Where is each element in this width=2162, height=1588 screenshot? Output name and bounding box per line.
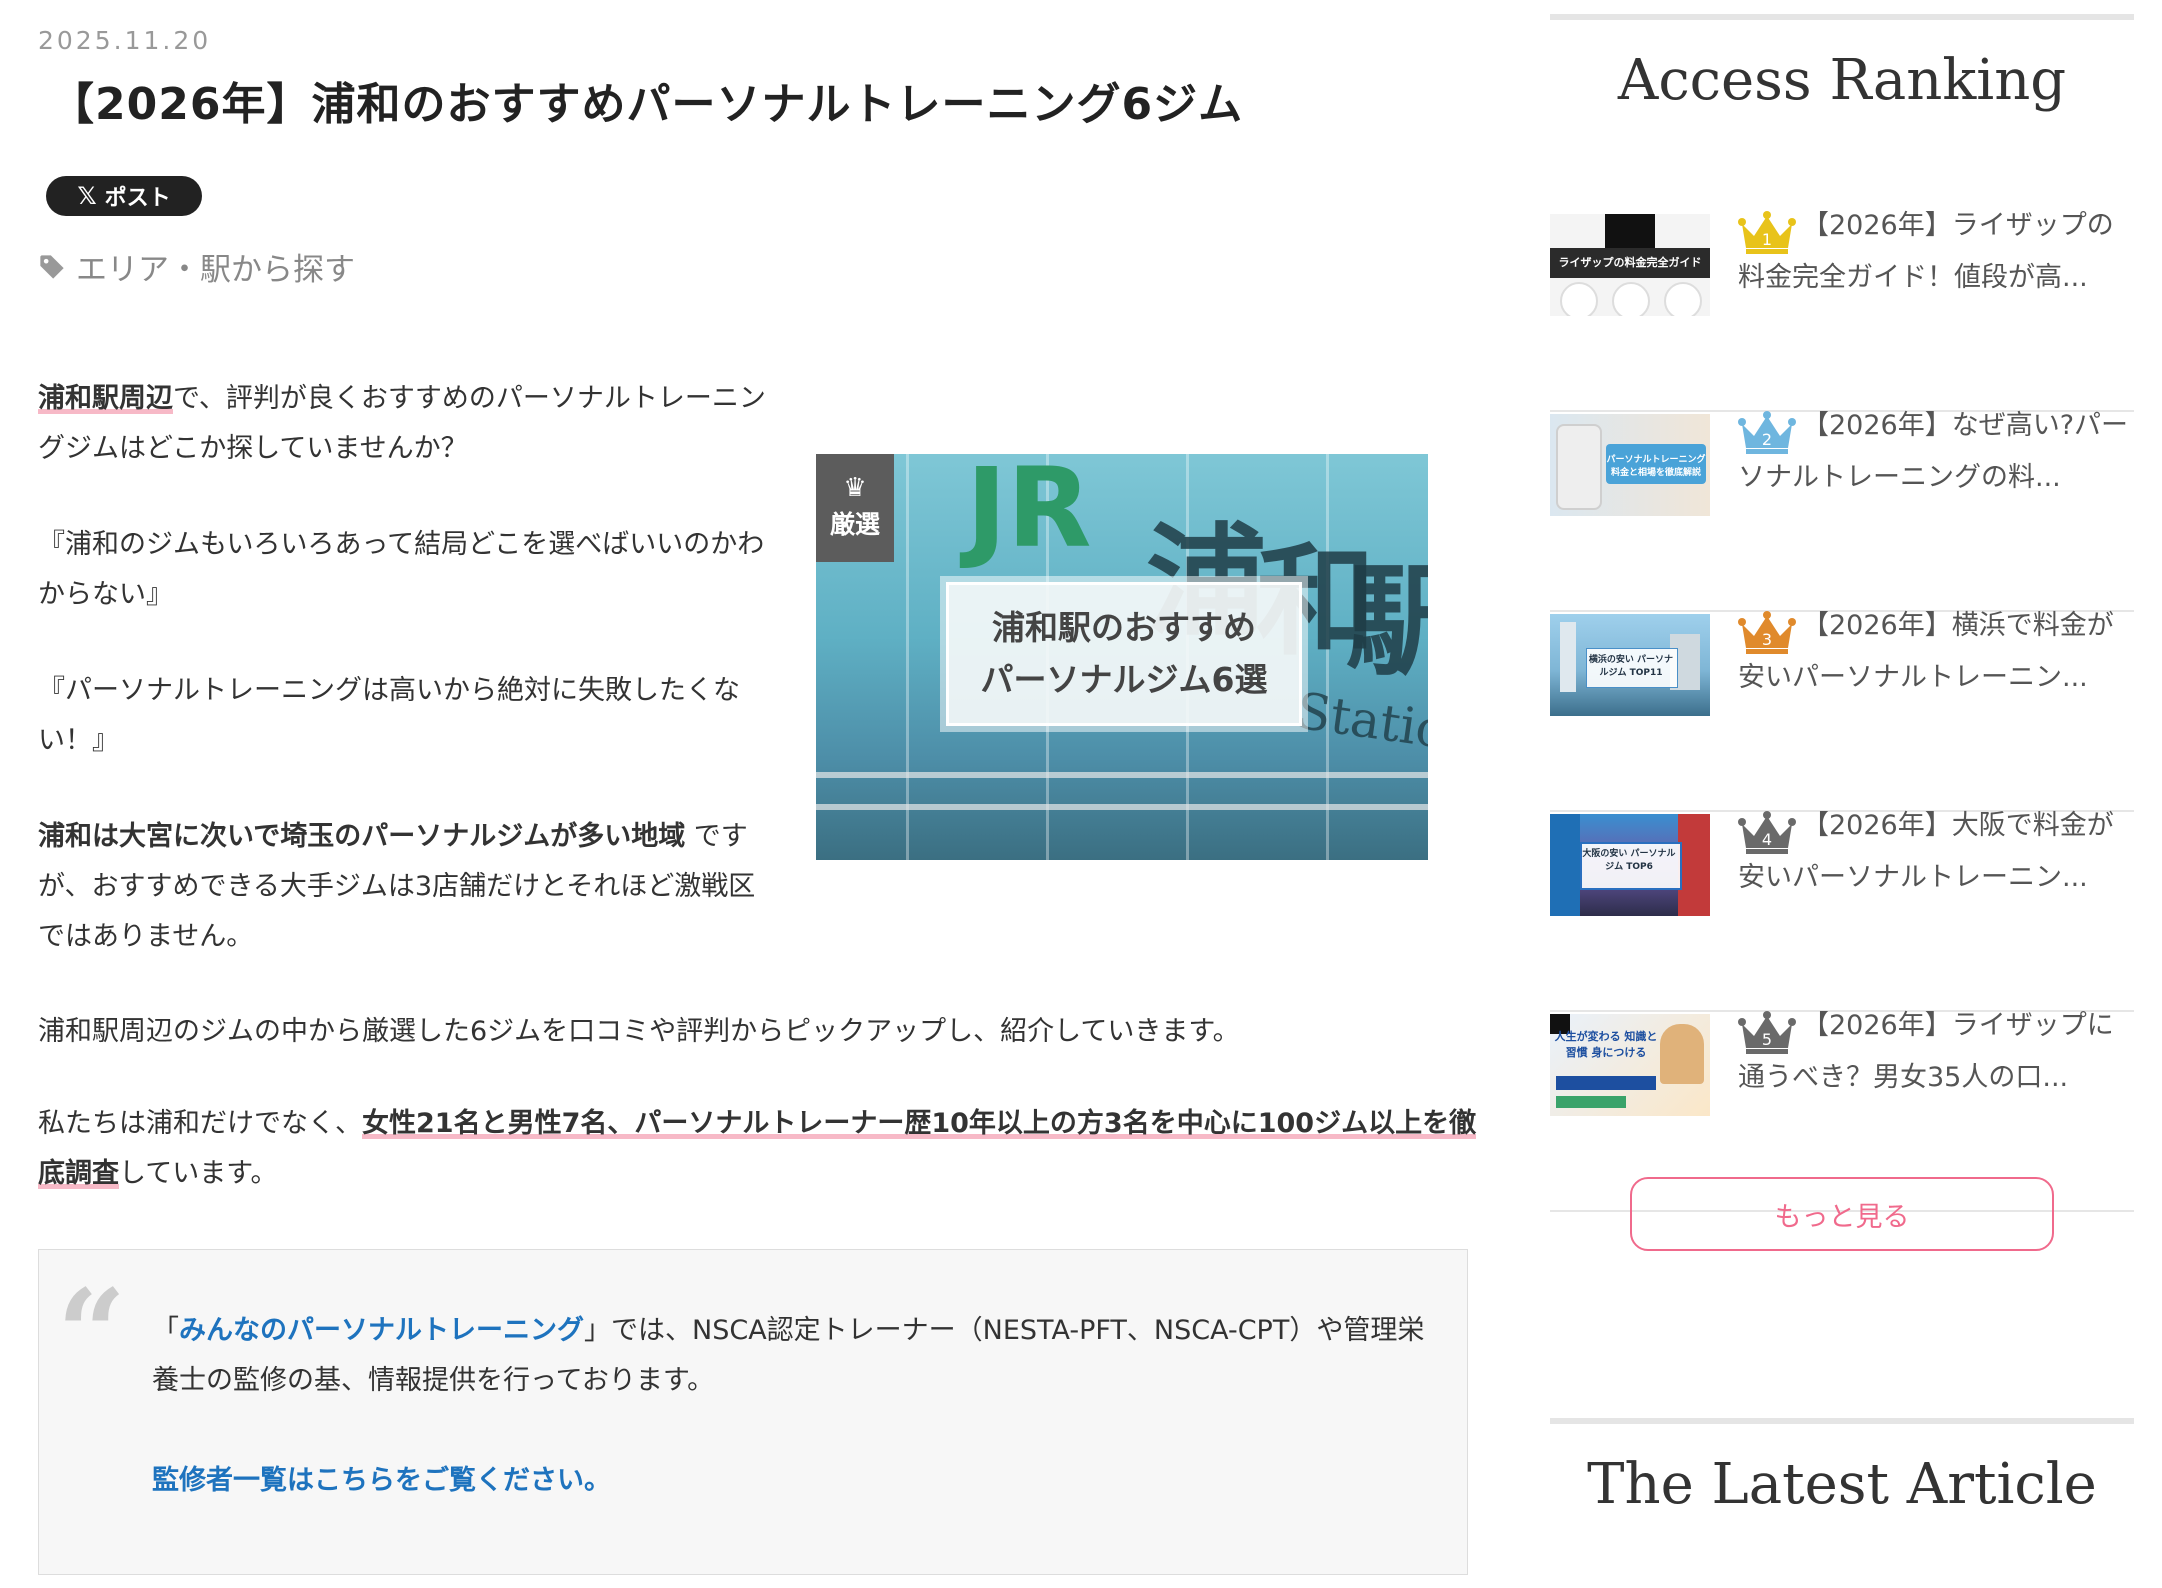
ranking-item-2[interactable]: パーソナルトレーニング 料金と相場を徹底解説 2 【2026年】なぜ高い?パーソ… xyxy=(1550,410,2134,612)
article-main: 2025.11.20 【2026年】浦和のおすすめパーソナルトレーニング6ジム … xyxy=(38,0,1477,1588)
latest-article-heading: The Latest Article xyxy=(1587,1452,2097,1517)
hero-image: JR 浦 和 駅 Station ♛ 厳選 浦和駅のおすすめ パーソナルジム6選 xyxy=(816,454,1428,860)
supervision-blockquote: “ 「みんなのパーソナルトレーニング」では、NSCA認定トレーナー（NESTA-… xyxy=(38,1249,1468,1575)
site-name-link[interactable]: みんなのパーソナルトレーニング xyxy=(179,1315,584,1346)
sidebar-divider xyxy=(1550,14,2134,20)
category-tag: エリア・駅から探す xyxy=(38,244,355,289)
ranking-thumbnail: 人生が変わる 知識と習慣 身につける xyxy=(1550,1014,1710,1116)
hero-caption-plate: 浦和駅のおすすめ パーソナルジム6選 xyxy=(946,582,1302,726)
paragraph-research: 私たちは浦和だけでなく、女性21名と男性7名、パーソナルトレーナー歴10年以上の… xyxy=(38,1108,1477,1189)
selection-badge: ♛ 厳選 xyxy=(816,454,894,562)
ranking-title: 【2026年】ライザップの料金完全ガイド！値段が高... xyxy=(1738,210,2114,293)
jr-sign: JR xyxy=(966,454,1092,572)
ranking-thumbnail: パーソナルトレーニング 料金と相場を徹底解説 xyxy=(1550,414,1710,516)
crown-icon: ♛ xyxy=(843,473,867,503)
ranking-item-3[interactable]: 横浜の安い パーソナルジム TOP11 3 【2026年】横浜で料金が安いパーソ… xyxy=(1550,610,2134,812)
ranking-title: 【2026年】なぜ高い?パーソナルトレーニングの料... xyxy=(1738,410,2129,493)
sidebar: Access Ranking ライザップの料金完全ガイド 1 【2026年】ライ… xyxy=(1550,0,2134,1588)
ranking-item-1[interactable]: ライザップの料金完全ガイド 1 【2026年】ライザップの料金完全ガイド！値段が… xyxy=(1550,210,2134,412)
ranking-thumbnail: 横浜の安い パーソナルジム TOP11 xyxy=(1550,614,1710,716)
paragraph-selection: 浦和駅周辺のジムの中から厳選した6ジムを口コミや評判からピックアップし、紹介して… xyxy=(38,1016,1240,1047)
post-date: 2025.11.20 xyxy=(38,26,212,55)
ranking-title: 【2026年】大阪で料金が安いパーソナルトレーニン... xyxy=(1738,810,2114,893)
ranking-thumbnail: 大阪の安い パーソナルジム TOP6 xyxy=(1550,814,1710,916)
x-post-label: ポスト xyxy=(104,186,171,211)
tag-icon xyxy=(40,254,64,279)
see-more-button[interactable]: もっと見る xyxy=(1630,1177,2054,1251)
sign-char: 駅 xyxy=(1346,551,1428,692)
intro-paragraph-4: 浦和は大宮に次いで埼玉のパーソナルジムが多い地域 ですが、おすすめできる大手ジム… xyxy=(38,821,756,952)
intro-text: 浦和駅周辺で、評判が良くおすすめのパーソナルトレーニングジムはどこか探していませ… xyxy=(38,374,778,1008)
ranking-thumbnail: ライザップの料金完全ガイド xyxy=(1550,214,1710,316)
ranking-title: 【2026年】横浜で料金が安いパーソナルトレーニン... xyxy=(1738,610,2114,693)
sidebar-divider xyxy=(1550,1418,2134,1424)
intro-paragraph-3: 『パーソナルトレーニングは高いから絶対に失敗したくない！』 xyxy=(38,675,740,756)
tag-link-area-station[interactable]: エリア・駅から探す xyxy=(76,244,355,289)
ranking-item-4[interactable]: 大阪の安い パーソナルジム TOP6 4 【2026年】大阪で料金が安いパーソナ… xyxy=(1550,810,2134,1012)
highlight-urawa-station: 浦和駅周辺 xyxy=(38,383,173,414)
intro-paragraph-1: 浦和駅周辺で、評判が良くおすすめのパーソナルトレーニングジムはどこか探していませ… xyxy=(38,383,766,464)
ranking-title: 【2026年】ライザップに通うべき？男女35人の口... xyxy=(1738,1010,2114,1093)
x-logo-icon: 𝕏 xyxy=(77,182,97,210)
supervisor-list-link[interactable]: 監修者一覧はこちらをご覧ください。 xyxy=(152,1456,611,1506)
quote-icon: “ xyxy=(57,1263,127,1404)
supervision-text: 「みんなのパーソナルトレーニング」では、NSCA認定トレーナー（NESTA-PF… xyxy=(152,1315,1425,1396)
x-post-button[interactable]: 𝕏 ポスト xyxy=(46,176,202,216)
page-title: 【2026年】浦和のおすすめパーソナルトレーニング6ジム xyxy=(50,79,1244,130)
intro-paragraph-2: 『浦和のジムもいろいろあって結局どこを選べばいいのかわからない』 xyxy=(38,529,765,610)
access-ranking-heading: Access Ranking xyxy=(1617,48,2067,113)
